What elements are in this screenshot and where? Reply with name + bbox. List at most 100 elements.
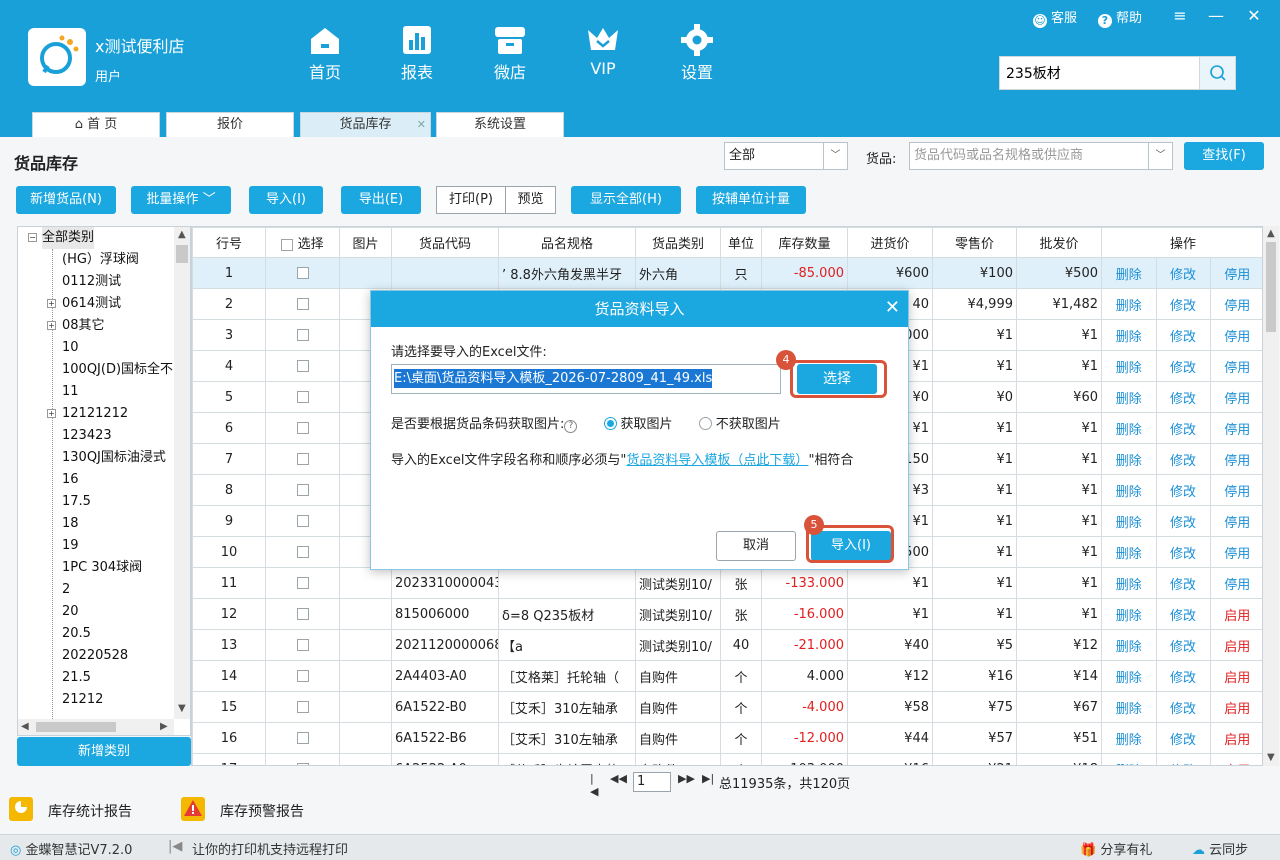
toggle-status-button[interactable]: 启用	[1210, 755, 1262, 766]
delete-button[interactable]: 删除	[1102, 630, 1157, 660]
scroll-down-icon[interactable]: ▼	[1267, 752, 1275, 763]
nav-shop[interactable]: 微店	[475, 24, 545, 83]
delete-button[interactable]: 删除	[1102, 723, 1157, 753]
row-checkbox[interactable]	[296, 298, 309, 310]
toggle-status-button[interactable]: 停用	[1210, 569, 1262, 598]
toggle-status-button[interactable]: 启用	[1210, 631, 1262, 660]
radio-get-image[interactable]: 获取图片	[603, 417, 673, 432]
col-header-unit[interactable]: 单位	[720, 227, 762, 258]
add-category-button[interactable]: 新增类别	[17, 737, 191, 766]
delete-button[interactable]: 删除	[1102, 692, 1157, 722]
col-header-name[interactable]: 品名规格	[498, 227, 636, 258]
scroll-down-icon[interactable]: ▼	[178, 703, 186, 714]
toggle-status-button[interactable]: 停用	[1210, 383, 1262, 412]
edit-button[interactable]: 修改	[1156, 537, 1211, 567]
toggle-status-button[interactable]: 停用	[1210, 445, 1262, 474]
scroll-up-icon[interactable]: ▲	[178, 229, 186, 240]
edit-button[interactable]: 修改	[1156, 692, 1211, 722]
delete-button[interactable]: 删除	[1102, 351, 1157, 381]
table-row[interactable]: 12 815006000 δ=8 Q235板材 测试类别10/张 -16.000 ¥1 ¥1…	[192, 598, 1262, 630]
col-header-image[interactable]: 图片	[339, 227, 392, 258]
close-window-icon[interactable]: ✕	[1244, 6, 1264, 25]
cancel-button[interactable]: 取消	[716, 531, 796, 561]
col-header-code[interactable]: 货品代码	[391, 227, 499, 258]
row-checkbox[interactable]	[296, 546, 309, 558]
toggle-status-button[interactable]: 启用	[1210, 600, 1262, 629]
row-checkbox[interactable]	[296, 577, 309, 589]
row-checkbox[interactable]	[296, 267, 309, 279]
toggle-status-button[interactable]: 停用	[1210, 321, 1262, 350]
delete-button[interactable]: 删除	[1102, 444, 1157, 474]
delete-button[interactable]: 删除	[1102, 537, 1157, 567]
delete-button[interactable]: 删除	[1102, 382, 1157, 412]
header-search-button[interactable]	[1199, 57, 1235, 89]
tree-vertical-scrollbar[interactable]: ▲ ▼	[174, 227, 190, 719]
toggle-status-button[interactable]: 停用	[1210, 507, 1262, 536]
print-button[interactable]: 打印(P)	[436, 186, 506, 214]
edit-button[interactable]: 修改	[1156, 599, 1211, 629]
tab-quote[interactable]: 报价	[166, 112, 294, 137]
delete-button[interactable]: 删除	[1102, 320, 1157, 350]
scope-select[interactable]: 全部 ﹀	[724, 142, 848, 170]
col-header-buy-price[interactable]: 进货价	[847, 227, 933, 258]
export-button[interactable]: 导出(E)	[341, 186, 421, 214]
template-download-link[interactable]: 货品资料导入模板（点此下载）	[626, 453, 808, 468]
row-checkbox[interactable]	[296, 763, 309, 765]
minimize-icon[interactable]: —	[1206, 6, 1226, 25]
aux-unit-button[interactable]: 按辅单位计量	[696, 186, 806, 214]
add-goods-button[interactable]: 新增货品(N)	[16, 186, 116, 214]
delete-button[interactable]: 删除	[1102, 754, 1157, 765]
page-number-input[interactable]: 1	[633, 772, 671, 792]
batch-ops-button[interactable]: 批量操作 ﹀	[131, 186, 231, 214]
expand-icon[interactable]: +	[47, 321, 56, 330]
toggle-status-button[interactable]: 停用	[1210, 538, 1262, 567]
nav-settings[interactable]: 设置	[662, 24, 732, 83]
table-scroll-thumb[interactable]	[1266, 242, 1276, 332]
file-path-input[interactable]: E:\桌面\货品资料导入模板_2026-07-2809_41_49.xls	[391, 364, 781, 394]
edit-button[interactable]: 修改	[1156, 382, 1211, 412]
col-header-wholesale-price[interactable]: 批发价	[1016, 227, 1102, 258]
edit-button[interactable]: 修改	[1156, 568, 1211, 598]
toggle-status-button[interactable]: 停用	[1210, 414, 1262, 443]
last-page-icon[interactable]: ▶|	[702, 772, 714, 785]
row-checkbox[interactable]	[296, 360, 309, 372]
delete-button[interactable]: 删除	[1102, 506, 1157, 536]
tab-inventory[interactable]: 货品库存 ✕	[300, 112, 431, 137]
nav-vip[interactable]: VIP	[568, 24, 638, 78]
row-checkbox[interactable]	[296, 484, 309, 496]
cloud-sync-link[interactable]: ☁ 云同步	[1192, 839, 1248, 858]
edit-button[interactable]: 修改	[1156, 506, 1211, 536]
delete-button[interactable]: 删除	[1102, 413, 1157, 443]
toggle-status-button[interactable]: 停用	[1210, 258, 1262, 288]
row-checkbox[interactable]	[296, 515, 309, 527]
row-checkbox[interactable]	[296, 732, 309, 744]
row-checkbox[interactable]	[296, 701, 309, 713]
edit-button[interactable]: 修改	[1156, 289, 1211, 319]
help-question-icon[interactable]: ?	[564, 420, 578, 433]
next-page-icon[interactable]: ▶▶	[678, 772, 695, 785]
edit-button[interactable]: 修改	[1156, 320, 1211, 350]
tab-system-settings[interactable]: 系统设置	[436, 112, 564, 137]
tab-home[interactable]: ⌂ 首 页	[32, 112, 160, 137]
expand-icon[interactable]: +	[47, 299, 56, 308]
tree-hscroll-thumb[interactable]	[36, 722, 116, 732]
row-checkbox[interactable]	[296, 639, 309, 651]
edit-button[interactable]: 修改	[1156, 661, 1211, 691]
toggle-status-button[interactable]: 停用	[1210, 290, 1262, 319]
table-row[interactable]: 15 6A1522-B0 ［艾禾］310左轴承 自购件个 -4.000 ¥58 ¥75 ¥67…	[192, 691, 1262, 723]
tree-horizontal-scrollbar[interactable]: ◀ ▶	[18, 719, 174, 735]
edit-button[interactable]: 修改	[1156, 351, 1211, 381]
toggle-status-button[interactable]: 停用	[1210, 352, 1262, 381]
delete-button[interactable]: 删除	[1102, 599, 1157, 629]
delete-button[interactable]: 删除	[1102, 661, 1157, 691]
row-checkbox[interactable]	[296, 422, 309, 434]
edit-button[interactable]: 修改	[1156, 723, 1211, 753]
row-checkbox[interactable]	[296, 453, 309, 465]
table-row[interactable]: 17 6A2522-A0［艾禾］齿轮罩壳垫自购件个103.000¥16¥21¥18…	[192, 753, 1262, 766]
select-all-checkbox[interactable]	[281, 238, 294, 251]
menu-icon[interactable]: ≡	[1170, 6, 1190, 25]
col-header-select[interactable]: 选择	[265, 227, 340, 258]
table-row[interactable]: 14 2A4403-A0 ［艾格莱］托轮轴（ 自购件个 4.000 ¥12 ¥16 ¥14 删除…	[192, 660, 1262, 692]
delete-button[interactable]: 删除	[1102, 475, 1157, 505]
import-button[interactable]: 导入(I)	[249, 186, 323, 214]
